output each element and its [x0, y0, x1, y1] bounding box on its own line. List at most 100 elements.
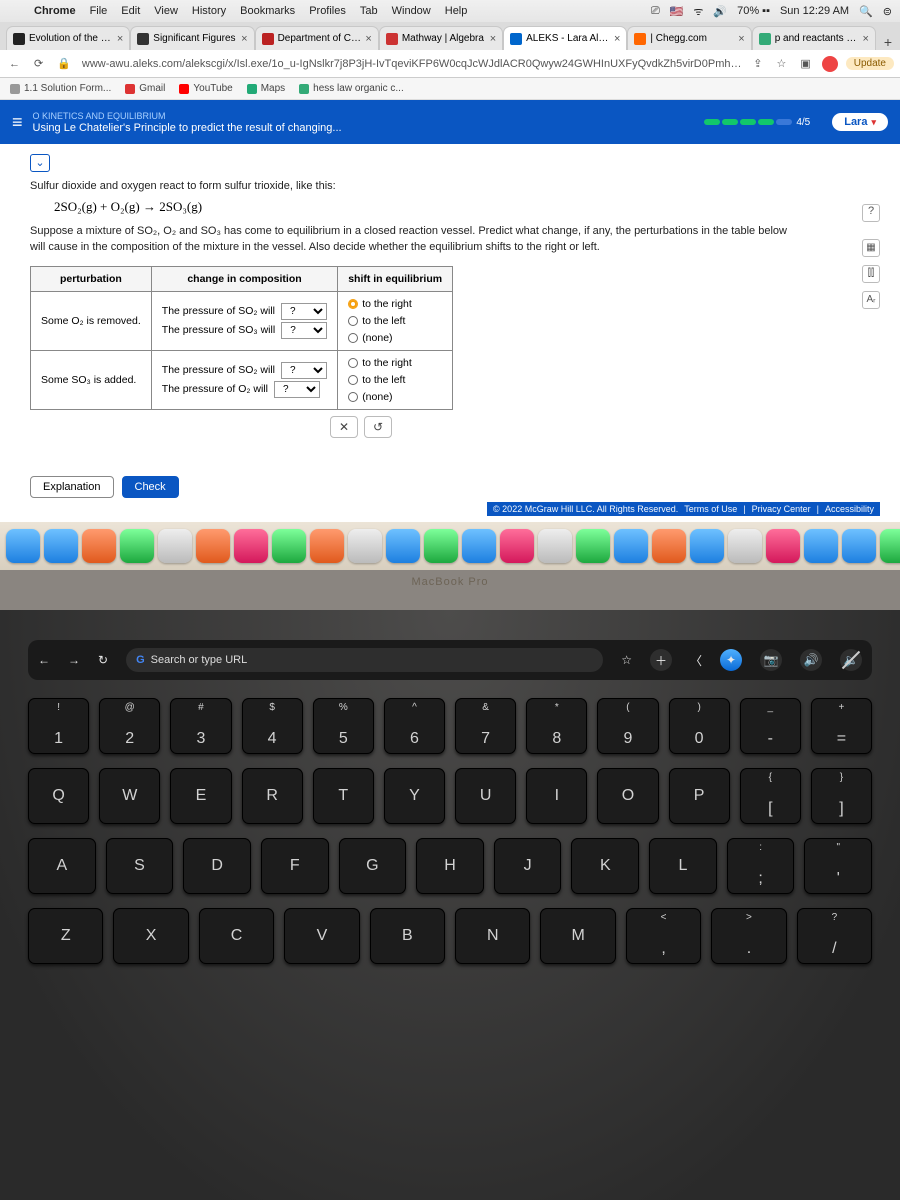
tb-search[interactable]: G Search or type URL	[126, 648, 603, 672]
close-icon[interactable]: ×	[490, 33, 496, 45]
dock-app[interactable]	[842, 529, 876, 563]
tb-newtab[interactable]: ＋	[650, 649, 672, 671]
keyboard-key[interactable]: +=	[811, 698, 872, 754]
keyboard-key[interactable]: P	[669, 768, 730, 824]
keyboard-key[interactable]: T	[313, 768, 374, 824]
dock-app[interactable]	[386, 529, 420, 563]
browser-tab[interactable]: Evolution of the Ga ×	[6, 26, 130, 50]
tb-back[interactable]: ←	[38, 653, 50, 667]
keyboard-key[interactable]: V	[284, 908, 359, 964]
dock-app[interactable]	[310, 529, 344, 563]
menu-help[interactable]: Help	[445, 5, 468, 17]
menu-bookmarks[interactable]: Bookmarks	[240, 5, 295, 17]
dock-app[interactable]	[614, 529, 648, 563]
keyboard-key[interactable]: A	[28, 838, 96, 894]
menu-view[interactable]: View	[154, 5, 178, 17]
browser-tab[interactable]: Mathway | Algebra ×	[379, 26, 503, 50]
pressure-select[interactable]: ?	[274, 381, 320, 398]
browser-tab[interactable]: | Chegg.com ×	[627, 26, 751, 50]
user-menu[interactable]: Lara ▾	[832, 113, 888, 131]
menu-tab[interactable]: Tab	[360, 5, 378, 17]
tb-reload[interactable]: ↻	[98, 653, 108, 667]
keyboard-key[interactable]: "'	[804, 838, 872, 894]
reset-button[interactable]: ↺	[364, 416, 392, 438]
keyboard-key[interactable]: G	[339, 838, 407, 894]
dock-app[interactable]	[462, 529, 496, 563]
back-button[interactable]: ←	[6, 58, 23, 70]
dock-app[interactable]	[348, 529, 382, 563]
keyboard-key[interactable]: @2	[99, 698, 160, 754]
close-icon[interactable]: ×	[614, 33, 620, 45]
keyboard-key[interactable]: I	[526, 768, 587, 824]
wifi-icon[interactable]: ᯤ	[693, 4, 703, 19]
update-button[interactable]: Update	[846, 57, 894, 70]
menu-file[interactable]: File	[90, 5, 108, 17]
keyboard-key[interactable]: <,	[626, 908, 701, 964]
dock-app[interactable]	[424, 529, 458, 563]
keyboard-key[interactable]: ?/	[797, 908, 872, 964]
keyboard-key[interactable]: !1	[28, 698, 89, 754]
keyboard-key[interactable]: }]	[811, 768, 872, 824]
hamburger-icon[interactable]: ≡	[12, 112, 23, 133]
screenshare-icon[interactable]: ⎚	[651, 5, 660, 18]
dock-app[interactable]	[120, 529, 154, 563]
close-icon[interactable]: ×	[241, 33, 247, 45]
bookmark-item[interactable]: hess law organic c...	[299, 83, 404, 94]
keyboard-key[interactable]: E	[170, 768, 231, 824]
clock[interactable]: Sun 12:29 AM	[780, 5, 849, 17]
keyboard-key[interactable]: F	[261, 838, 329, 894]
keyboard-key[interactable]: Q	[28, 768, 89, 824]
collapse-button[interactable]: ⌄	[30, 154, 50, 172]
browser-tab[interactable]: p and reactants - G ×	[752, 26, 876, 50]
dock-app[interactable]	[766, 529, 800, 563]
keyboard-key[interactable]: &7	[455, 698, 516, 754]
close-icon[interactable]: ×	[863, 33, 869, 45]
menu-history[interactable]: History	[192, 5, 226, 17]
shift-option[interactable]: (none)	[348, 391, 392, 403]
dock-app[interactable]	[538, 529, 572, 563]
menubar-app[interactable]: Chrome	[34, 5, 76, 17]
shift-option[interactable]: to the left	[348, 315, 405, 327]
shift-option[interactable]: to the right	[348, 357, 412, 369]
keyboard-key[interactable]: {[	[740, 768, 801, 824]
keyboard-key[interactable]: )0	[669, 698, 730, 754]
close-icon[interactable]: ×	[738, 33, 744, 45]
dock-app[interactable]	[272, 529, 306, 563]
bookmark-item[interactable]: Gmail	[125, 83, 165, 94]
pressure-select[interactable]: ?	[281, 362, 327, 379]
keyboard-key[interactable]: >.	[711, 908, 786, 964]
site-lock-icon[interactable]: 🔒	[54, 57, 74, 70]
share-icon[interactable]: ⇪	[750, 57, 765, 70]
keyboard-key[interactable]: C	[199, 908, 274, 964]
dock-app[interactable]	[234, 529, 268, 563]
keyboard-key[interactable]: U	[455, 768, 516, 824]
keyboard-key[interactable]: #3	[170, 698, 231, 754]
link-terms[interactable]: Terms of Use	[684, 504, 737, 514]
extensions-icon[interactable]: ▣	[797, 57, 813, 70]
close-icon[interactable]: ×	[365, 33, 371, 45]
volume-icon[interactable]: 🔊	[713, 5, 727, 18]
explanation-button[interactable]: Explanation	[30, 476, 114, 498]
tb-safari-icon[interactable]: ✦	[720, 649, 742, 671]
bookmark-item[interactable]: YouTube	[179, 83, 232, 94]
new-tab-button[interactable]: +	[876, 34, 900, 50]
shift-option[interactable]: to the right	[348, 298, 412, 310]
menu-edit[interactable]: Edit	[121, 5, 140, 17]
keyboard-key[interactable]: L	[649, 838, 717, 894]
keyboard-key[interactable]: W	[99, 768, 160, 824]
dock-app[interactable]	[728, 529, 762, 563]
tb-chevron-left[interactable]: 〈	[690, 652, 702, 669]
reload-button[interactable]: ⟳	[31, 57, 46, 70]
keyboard-key[interactable]: _-	[740, 698, 801, 754]
keyboard-key[interactable]: K	[571, 838, 639, 894]
keyboard-key[interactable]: (9	[597, 698, 658, 754]
tb-volume[interactable]: 🔊	[800, 649, 822, 671]
bookmark-star-icon[interactable]: ☆	[773, 57, 789, 70]
clear-button[interactable]: ✕	[330, 416, 358, 438]
keypad-icon[interactable]: ▦	[862, 239, 880, 257]
periodic-table-icon[interactable]: ⫿⫿	[862, 265, 880, 283]
keyboard-key[interactable]: R	[242, 768, 303, 824]
control-center-icon[interactable]: ⊜	[883, 5, 892, 18]
shift-option[interactable]: (none)	[348, 332, 392, 344]
dock-app[interactable]	[196, 529, 230, 563]
